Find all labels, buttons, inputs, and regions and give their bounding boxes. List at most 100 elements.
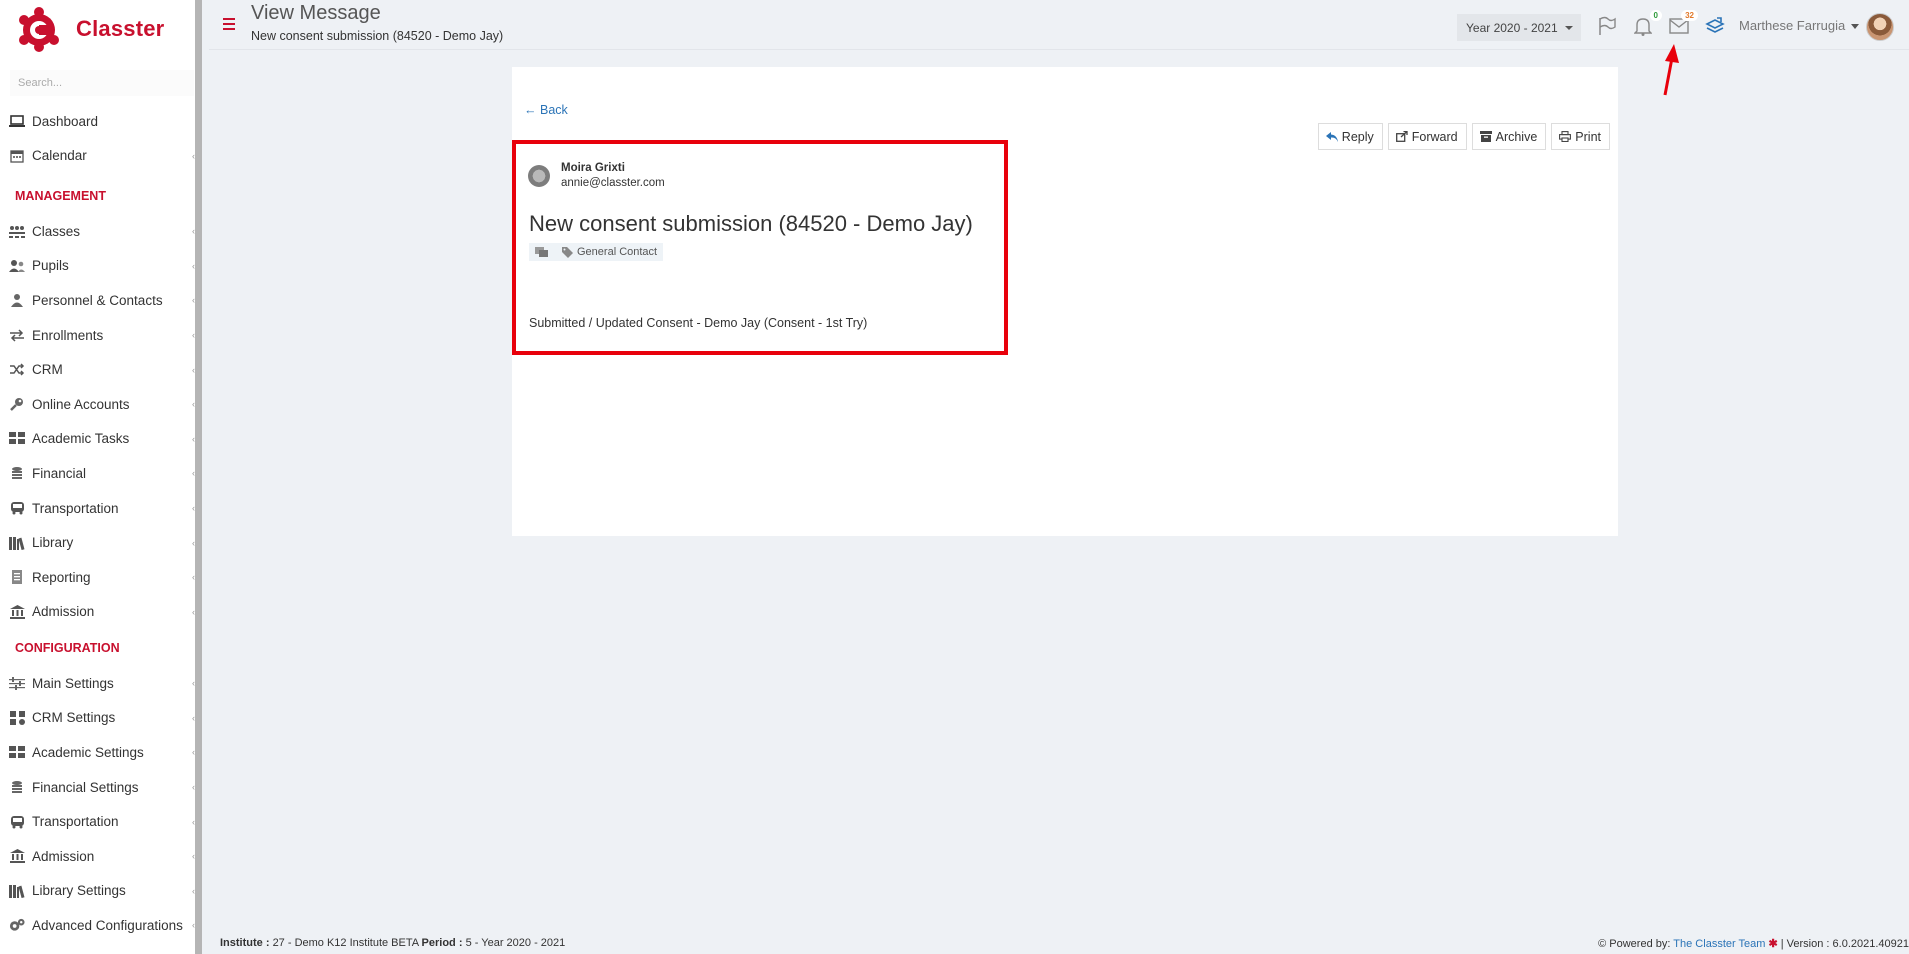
sidebar-item-personnel[interactable]: Personnel & Contacts ‹	[0, 283, 195, 318]
classter-logo-icon	[19, 7, 59, 52]
sidebar: Classter Dashboard Calendar ‹ MANAGEMENT…	[0, 0, 202, 954]
sidebar-item-financial-settings[interactable]: Financial Settings ‹	[0, 770, 195, 805]
sender-name: Moira Grixti	[561, 162, 625, 174]
layers-icon[interactable]	[1702, 13, 1728, 39]
sidebar-item-label: Reporting	[32, 569, 91, 585]
nav-management: MANAGEMENT Classes ‹ Pupils ‹ Personnel …	[0, 178, 195, 629]
books-icon	[9, 884, 25, 898]
crm-settings-icon	[9, 710, 25, 725]
page-title: View Message	[251, 2, 381, 24]
user-name: Marthese Farrugia	[1739, 18, 1846, 33]
message-subject: New consent submission (84520 - Demo Jay…	[529, 211, 973, 236]
sidebar-item-main-settings[interactable]: Main Settings ‹	[0, 666, 195, 701]
sidebar-item-admission-settings[interactable]: Admission ‹	[0, 839, 195, 874]
sidebar-scrollbar[interactable]	[195, 0, 202, 954]
laptop-icon	[9, 114, 25, 128]
key-icon	[9, 397, 25, 412]
copyright-icon: ©	[1598, 938, 1607, 950]
reply-label: Reply	[1341, 129, 1374, 144]
sidebar-item-advanced-configurations[interactable]: Advanced Configurations ‹	[0, 908, 195, 943]
sidebar-item-label: CRM	[32, 362, 63, 378]
sidebar-item-classes[interactable]: Classes ‹	[0, 214, 195, 249]
footer-institute-info: Institute : 27 - Demo K12 Institute BETA…	[220, 937, 565, 949]
sidebar-item-enrollments[interactable]: Enrollments ‹	[0, 318, 195, 353]
bus-icon	[9, 815, 25, 829]
reply-button[interactable]: Reply	[1317, 123, 1383, 150]
grid-icon	[9, 432, 25, 446]
year-selector-label: Year 2020 - 2021	[1466, 20, 1558, 35]
arrow-left-icon: ←	[524, 103, 537, 117]
nav-configuration: CONFIGURATION Main Settings ‹ CRM Settin…	[0, 630, 195, 943]
caret-down-icon	[1565, 26, 1573, 30]
forward-label: Forward	[1411, 129, 1458, 144]
period-value: 5 - Year 2020 - 2021	[465, 937, 566, 949]
report-icon	[9, 570, 25, 585]
message-type-icon	[535, 247, 548, 257]
sidebar-item-calendar[interactable]: Calendar ‹	[0, 139, 195, 174]
sidebar-item-label: Classes	[32, 223, 81, 239]
sidebar-item-label: Main Settings	[32, 675, 114, 691]
sidebar-item-label: Library Settings	[32, 883, 126, 899]
personnel-icon	[9, 293, 25, 308]
archive-button[interactable]: Archive	[1471, 123, 1547, 150]
back-link[interactable]: ← Back	[524, 103, 568, 117]
calendar-icon	[9, 149, 25, 163]
sidebar-item-label: Admission	[32, 604, 95, 620]
app-name: Classter	[76, 16, 165, 41]
message-highlight-box: Moira Grixti annie@classter.com New cons…	[512, 140, 1008, 355]
sidebar-item-transportation-settings[interactable]: Transportation ‹	[0, 804, 195, 839]
flag-icon[interactable]	[1594, 13, 1620, 39]
annotation-arrow-icon	[1663, 44, 1679, 96]
top-header: View Message New consent submission (845…	[209, 0, 1909, 50]
sidebar-item-label: Personnel & Contacts	[32, 292, 163, 308]
sidebar-item-library[interactable]: Library ‹	[0, 525, 195, 560]
tag-label: General Contact	[577, 246, 658, 258]
forward-button[interactable]: Forward	[1387, 123, 1467, 150]
sidebar-item-library-settings[interactable]: Library Settings ‹	[0, 874, 195, 909]
message-actions: Reply Forward Archive Print	[1317, 123, 1610, 150]
sidebar-item-admission[interactable]: Admission ‹	[0, 595, 195, 630]
classter-team-link[interactable]: The Classter Team	[1673, 938, 1765, 950]
sidebar-item-label: Advanced Configurations	[32, 917, 183, 933]
message-tags: General Contact	[529, 243, 664, 261]
section-heading-configuration: CONFIGURATION	[15, 641, 120, 655]
sidebar-item-financial[interactable]: Financial ‹	[0, 456, 195, 491]
sidebar-item-label: CRM Settings	[32, 710, 116, 726]
sidebar-item-label: Admission	[32, 848, 95, 864]
sidebar-item-reporting[interactable]: Reporting ‹	[0, 560, 195, 595]
message-card: ← Back Reply Forward Archive Print Moira…	[512, 67, 1618, 536]
print-icon	[1559, 131, 1572, 142]
tag-general-contact[interactable]: General Contact	[562, 246, 657, 258]
sidebar-search-input[interactable]	[10, 70, 194, 96]
sidebar-item-pupils[interactable]: Pupils ‹	[0, 249, 195, 284]
user-menu[interactable]: Marthese Farrugia	[1739, 18, 1860, 33]
sidebar-item-crm-settings[interactable]: CRM Settings ‹	[0, 701, 195, 736]
sidebar-item-dashboard[interactable]: Dashboard	[0, 104, 195, 139]
sidebar-item-academic-settings[interactable]: Academic Settings ‹	[0, 735, 195, 770]
grid-icon	[9, 745, 25, 759]
print-label: Print	[1575, 129, 1601, 144]
messages-count-badge: 32	[1681, 10, 1698, 21]
caret-down-icon	[1851, 24, 1860, 30]
hamburger-menu-icon[interactable]	[223, 18, 235, 30]
sidebar-item-transportation[interactable]: Transportation ‹	[0, 491, 195, 526]
exchange-icon	[9, 328, 25, 342]
year-selector[interactable]: Year 2020 - 2021	[1457, 14, 1581, 41]
print-button[interactable]: Print	[1551, 123, 1610, 150]
user-avatar[interactable]	[1866, 13, 1894, 41]
sidebar-item-crm[interactable]: CRM ‹	[0, 352, 195, 387]
pupils-icon	[9, 259, 25, 273]
notifications-bell-icon[interactable]: 0	[1630, 10, 1662, 39]
sidebar-item-online-accounts[interactable]: Online Accounts ‹	[0, 387, 195, 422]
sidebar-item-label: Academic Settings	[32, 744, 144, 760]
sidebar-item-label: Transportation	[32, 500, 119, 516]
sidebar-item-label: Financial Settings	[32, 779, 139, 795]
footer: Institute : 27 - Demo K12 Institute BETA…	[209, 933, 1909, 954]
sender-avatar	[528, 165, 550, 187]
sidebar-item-academic-tasks[interactable]: Academic Tasks ‹	[0, 422, 195, 457]
sidebar-item-label: Calendar	[32, 148, 87, 164]
app-logo[interactable]: Classter	[18, 6, 164, 52]
messages-envelope-icon[interactable]: 32	[1666, 10, 1698, 39]
nav-top: Dashboard Calendar ‹	[0, 104, 195, 173]
coins-icon	[9, 780, 25, 794]
